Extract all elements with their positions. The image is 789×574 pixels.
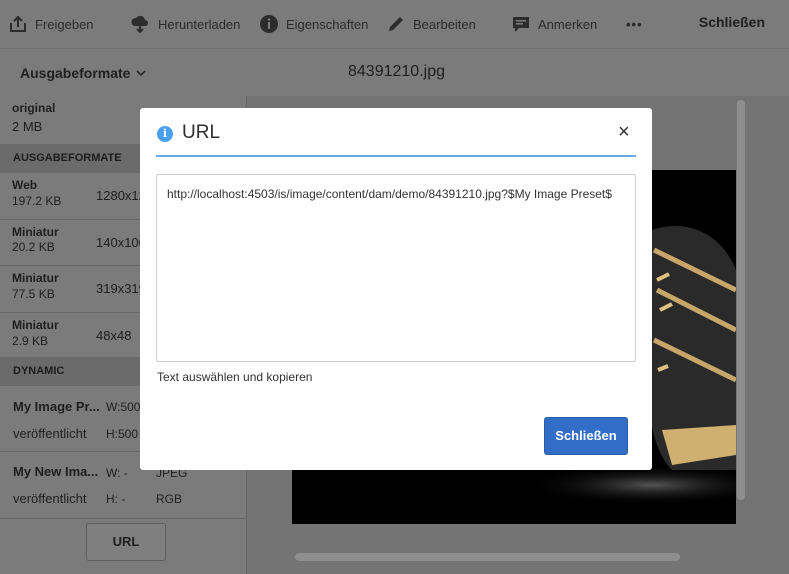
dialog-title: URL [182, 122, 221, 143]
rendition-size: 20.2 KB [12, 240, 55, 254]
close-icon[interactable]: × [618, 121, 630, 144]
comment-icon [513, 17, 529, 32]
top-toolbar: Freigeben Herunterladen Eigenschaften Be… [0, 0, 789, 48]
rendition-name: Web [12, 178, 38, 192]
more-icon: ••• [626, 16, 643, 32]
download-button[interactable]: Herunterladen [130, 13, 240, 35]
rendition-name: original [12, 101, 56, 115]
share-icon [10, 15, 26, 32]
edit-label: Bearbeiten [413, 16, 476, 32]
download-label: Herunterladen [158, 16, 241, 32]
cloud-download-icon [131, 15, 148, 33]
chevron-down-icon [136, 70, 146, 76]
preset-color-space: RGB [156, 492, 183, 506]
url-text: http://localhost:4503/is/image/content/d… [167, 187, 612, 201]
rendition-dimensions: 140x100 [96, 235, 146, 250]
url-textarea[interactable]: http://localhost:4503/is/image/content/d… [156, 174, 636, 362]
vertical-scrollbar[interactable] [737, 100, 745, 500]
rendition-size: 77.5 KB [12, 287, 55, 301]
copy-hint: Text auswählen und kopieren [157, 370, 313, 384]
annotate-label: Anmerken [538, 16, 598, 32]
dialog-close-button[interactable]: Schließen [544, 417, 628, 455]
horizontal-scrollbar[interactable] [295, 553, 680, 561]
properties-label: Eigenschaften [286, 16, 369, 32]
share-label: Freigeben [35, 16, 94, 32]
rendition-dimensions: 48x48 [96, 328, 132, 343]
title-divider [156, 155, 636, 157]
annotate-button[interactable]: Anmerken [512, 13, 597, 35]
info-icon: i [157, 126, 173, 142]
more-button[interactable]: ••• [626, 13, 643, 35]
preset-height: H: - [106, 492, 126, 506]
rendition-dimensions: 319x319 [96, 281, 146, 296]
preset-status: veröffentlicht [13, 426, 87, 441]
url-dialog: i URL × http://localhost:4503/is/image/c… [140, 108, 652, 470]
rendition-name: Miniatur [12, 318, 59, 332]
info-icon [260, 15, 278, 33]
url-button[interactable]: URL [86, 523, 166, 561]
preset-height: H:500 [106, 427, 139, 441]
rendition-size: 2.9 KB [12, 334, 49, 348]
rendition-size: 2 MB [12, 119, 43, 134]
file-title: 84391210.jpg [348, 63, 445, 80]
rendition-size: 197.2 KB [12, 194, 62, 208]
sub-header: Ausgabeformate 84391210.jpg [0, 48, 789, 97]
preset-width: W: - [106, 466, 128, 480]
share-button[interactable]: Freigeben [9, 13, 94, 35]
preset-name: My Image Pr... [13, 399, 100, 414]
preset-status: veröffentlicht [13, 491, 87, 506]
preset-name: My New Ima... [13, 464, 99, 479]
preset-width: W:500 [106, 400, 141, 414]
pencil-icon [389, 17, 403, 31]
rendition-name: Miniatur [12, 271, 59, 285]
renditions-dropdown[interactable]: Ausgabeformate [20, 65, 146, 81]
renditions-dropdown-label: Ausgabeformate [20, 65, 131, 81]
rendition-name: Miniatur [12, 225, 59, 239]
close-viewer-button[interactable]: Schließen [699, 14, 765, 30]
properties-button[interactable]: Eigenschaften [260, 13, 368, 35]
edit-button[interactable]: Bearbeiten [387, 13, 476, 35]
